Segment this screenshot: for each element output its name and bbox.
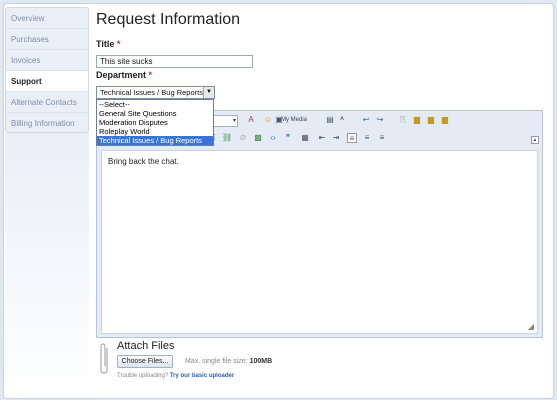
sidebar-background (5, 133, 89, 397)
code-icon[interactable]: ‹› (268, 133, 278, 143)
department-dropdown-list: --Select-- General Site Questions Modera… (96, 99, 214, 146)
department-option-roleplay[interactable]: Roleplay World (97, 127, 213, 136)
align-center-icon[interactable]: ≡ (362, 133, 372, 143)
department-option-select[interactable]: --Select-- (97, 100, 213, 109)
indent-icon[interactable]: ⇥ (331, 133, 341, 143)
link-icon[interactable]: ⛓ (222, 133, 232, 143)
department-select[interactable]: Technical Issues / Bug Reports ▼ (96, 86, 215, 99)
attach-files-title: Attach Files (117, 340, 175, 352)
outdent-icon[interactable]: ⇤ (317, 133, 327, 143)
editor-body-text: Bring back the chat. (108, 157, 179, 166)
align-right-icon[interactable]: ≡ (377, 133, 387, 143)
max-size-prefix: Max. single file size: (185, 358, 248, 365)
title-label-text: Title (96, 39, 115, 49)
basic-uploader-link[interactable]: Try our basic uploader (170, 373, 234, 379)
title-field[interactable]: This site sucks (96, 55, 253, 68)
unlink-icon[interactable]: ⊘ (238, 133, 248, 143)
copy-icon[interactable]: ⎘ (398, 115, 408, 125)
department-label: Department * (96, 70, 152, 80)
paste-icon[interactable]: ▆ (412, 115, 422, 125)
sidebar-item-purchases[interactable]: Purchases (6, 29, 88, 50)
redo-icon[interactable]: ↪ (375, 115, 385, 125)
chevron-down-icon: ▾ (232, 118, 236, 124)
align-left-icon[interactable]: ≡ (347, 133, 357, 143)
paperclip-icon (100, 343, 108, 374)
sidebar-nav: Overview Purchases Invoices Support Alte… (5, 7, 89, 133)
department-selected-value: Technical Issues / Bug Reports (100, 88, 203, 97)
page-title: Request Information (96, 11, 241, 28)
sidebar-item-billing-information[interactable]: Billing Information (6, 113, 88, 132)
required-mark: * (148, 70, 153, 80)
font-color-icon[interactable]: A (246, 115, 256, 125)
smiley-icon[interactable]: ☺ (263, 115, 273, 125)
max-size-value: 100MB (249, 358, 273, 365)
choose-files-button[interactable]: Choose Files... (117, 355, 173, 368)
sidebar-item-alternate-contacts[interactable]: Alternate Contacts (6, 92, 88, 113)
sidebar-item-invoices[interactable]: Invoices (6, 50, 88, 71)
title-label: Title * (96, 39, 120, 49)
department-label-text: Department (96, 70, 147, 80)
spellcheck-icon[interactable]: ᴬ (337, 115, 347, 125)
trouble-uploading-text: Trouble uploading? Try our basic uploade… (117, 373, 234, 379)
image-icon[interactable]: ▩ (253, 133, 263, 143)
paste-word-icon[interactable]: ▆ (440, 115, 450, 125)
attach-files-section: Attach Files Choose Files... Max. single… (100, 340, 400, 380)
paste-text-icon[interactable]: ▆ (426, 115, 436, 125)
quote-icon[interactable]: ❞ (283, 133, 293, 143)
sidebar-item-support[interactable]: Support (6, 71, 88, 92)
chevron-down-icon[interactable]: ▼ (203, 87, 214, 98)
resize-handle-icon[interactable]: ◢ (528, 322, 534, 331)
trouble-uploading-label: Trouble uploading? (117, 373, 169, 379)
spoiler-icon[interactable]: ▦ (300, 133, 310, 143)
editor-text-area[interactable]: Bring back the chat. ◢ (101, 150, 538, 334)
undo-icon[interactable]: ↩ (361, 115, 371, 125)
print-icon[interactable]: ▤ (325, 115, 335, 125)
department-option-moderation[interactable]: Moderation Disputes (97, 118, 213, 127)
my-media-label[interactable]: My Media (281, 117, 307, 123)
main-content: Request Information Title * This site su… (92, 6, 548, 396)
department-option-general[interactable]: General Site Questions (97, 109, 213, 118)
max-file-size-text: Max. single file size: 100MB (185, 358, 272, 365)
expand-toolbar-icon[interactable]: ▴ (531, 136, 539, 144)
required-mark: * (116, 39, 121, 49)
sidebar-item-overview[interactable]: Overview (6, 8, 88, 29)
department-option-technical[interactable]: Technical Issues / Bug Reports (97, 136, 213, 145)
